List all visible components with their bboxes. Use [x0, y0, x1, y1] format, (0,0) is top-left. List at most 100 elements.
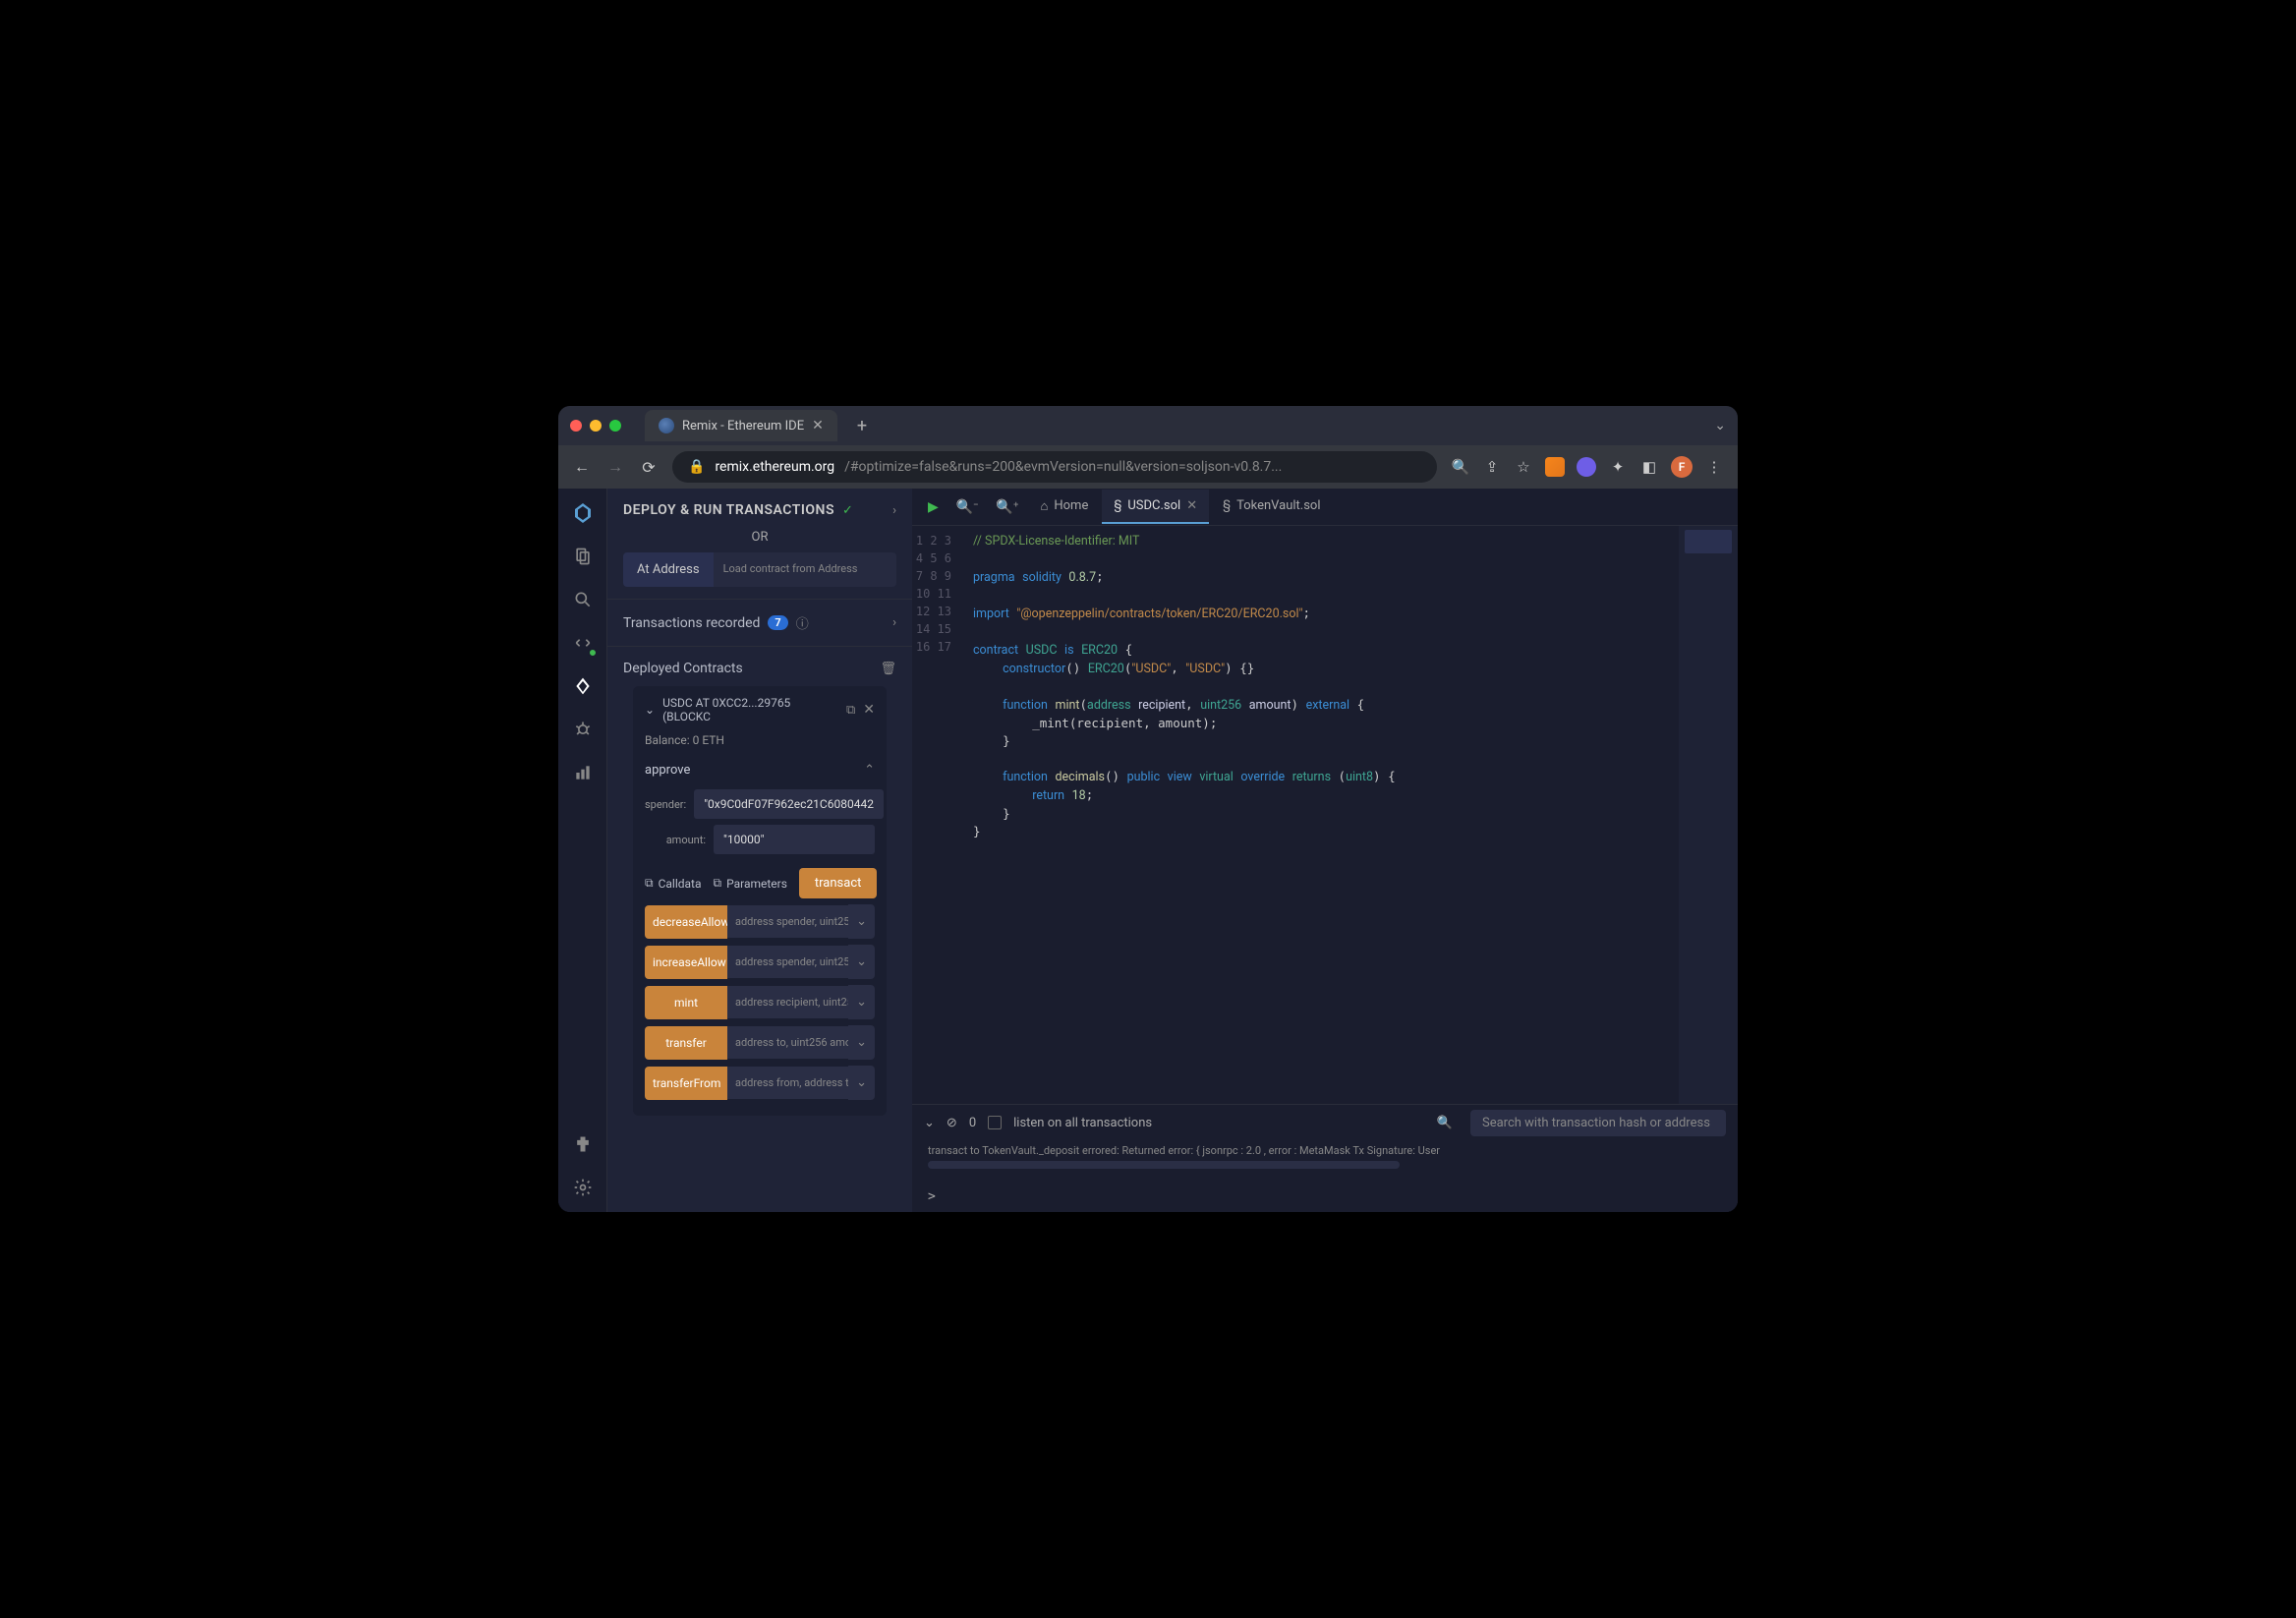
transact-button[interactable]: transact [799, 868, 878, 898]
close-icon[interactable]: ✕ [1186, 498, 1197, 513]
fn-row: decreaseAllowaddress spender, uint256 su… [645, 904, 875, 939]
amount-input[interactable]: "10000" [714, 825, 875, 854]
panel-icon[interactable]: ◧ [1639, 457, 1659, 477]
terminal-scrollbar[interactable] [928, 1161, 1400, 1169]
listen-label: listen on all transactions [1013, 1116, 1152, 1130]
calldata-button[interactable]: ⧉Calldata [645, 876, 702, 891]
analytics-icon[interactable] [570, 760, 596, 785]
fn-args-input[interactable]: address to, uint256 amount [727, 1026, 848, 1059]
spender-input[interactable]: "0x9C0dF07F962ec21C6080442 [694, 789, 884, 819]
extensions-puzzle-icon[interactable]: ✦ [1608, 457, 1628, 477]
search-icon[interactable]: 🔍 [1437, 1116, 1453, 1130]
share-icon[interactable]: ⇪ [1482, 457, 1502, 477]
fn-row: mintaddress recipient, uint256 amou⌄ [645, 985, 875, 1019]
zoom-search-icon[interactable]: 🔍 [1451, 457, 1470, 477]
contract-header: ⌄ USDC AT 0XCC2...29765 (BLOCKC ⧉ ✕ [645, 696, 875, 723]
editor[interactable]: 1 2 3 4 5 6 7 8 9 10 11 12 13 14 15 16 1… [912, 526, 1738, 1104]
tab-home[interactable]: ⌂Home [1029, 490, 1101, 525]
forward-icon[interactable]: → [605, 457, 625, 477]
extension-icon[interactable] [1577, 457, 1596, 477]
listen-checkbox[interactable] [988, 1116, 1002, 1129]
browser-window: Remix - Ethereum IDE ✕ + ⌄ ← → ⟳ 🔒 remix… [558, 406, 1738, 1212]
lock-icon: 🔒 [688, 459, 705, 475]
fn-args-input[interactable]: address spender, uint256 subtra [727, 905, 848, 938]
url-input[interactable]: 🔒 remix.ethereum.org/#optimize=false&run… [672, 451, 1437, 483]
clear-icon[interactable]: ⊘ [947, 1116, 957, 1130]
zoom-out-icon[interactable]: 🔍⁻ [948, 493, 987, 521]
line-gutter: 1 2 3 4 5 6 7 8 9 10 11 12 13 14 15 16 1… [912, 526, 961, 1104]
remix-logo-icon[interactable] [570, 500, 596, 526]
fn-button[interactable]: mint [645, 986, 727, 1019]
tab-usdc[interactable]: §USDC.sol✕ [1102, 490, 1209, 524]
chevron-down-icon[interactable]: ⌄ [848, 985, 875, 1019]
zoom-in-icon[interactable]: 🔍⁺ [988, 493, 1026, 521]
reload-icon[interactable]: ⟳ [639, 458, 659, 477]
file-explorer-icon[interactable] [570, 544, 596, 569]
panel-header: DEPLOY & RUN TRANSACTIONS ✓ › [607, 489, 912, 526]
terminal-toolbar: ⌄ ⊘ 0 listen on all transactions 🔍 Searc… [912, 1105, 1738, 1140]
at-address-input[interactable]: Load contract from Address [714, 552, 896, 587]
chevron-down-icon[interactable]: ⌄ [848, 1025, 875, 1060]
chevron-down-icon[interactable]: ⌄ [645, 703, 655, 717]
fn-button[interactable]: increaseAllow [645, 946, 727, 979]
chevron-down-icon[interactable]: ⌄ [848, 904, 875, 939]
metamask-icon[interactable] [1545, 457, 1565, 477]
compiler-icon[interactable] [570, 630, 596, 656]
parameters-button[interactable]: ⧉Parameters [714, 876, 787, 891]
back-icon[interactable]: ← [572, 457, 592, 477]
close-icon[interactable]: ✕ [863, 702, 875, 718]
fn-button[interactable]: transferFrom [645, 1067, 727, 1100]
terminal-search-input[interactable]: Search with transaction hash or address [1470, 1110, 1726, 1136]
chevron-right-icon[interactable]: › [892, 503, 896, 518]
trash-icon[interactable]: 🗑 [880, 662, 896, 676]
icon-sidebar [558, 489, 607, 1212]
kebab-menu-icon[interactable]: ⋮ [1704, 457, 1724, 477]
remix-favicon-icon [659, 418, 674, 433]
amount-label: amount: [645, 834, 706, 846]
home-icon: ⌂ [1041, 498, 1049, 514]
code-area[interactable]: // SPDX-License-Identifier: MIT pragma s… [961, 526, 1679, 1104]
fn-args-input[interactable]: address recipient, uint256 amou [727, 986, 848, 1018]
minimize-window-icon[interactable] [590, 420, 602, 432]
tabs-dropdown-icon[interactable]: ⌄ [1714, 418, 1726, 433]
fn-button[interactable]: transfer [645, 1026, 727, 1060]
fn-row: transferaddress to, uint256 amount⌄ [645, 1025, 875, 1060]
at-address-button[interactable]: At Address [623, 552, 714, 587]
debugger-icon[interactable] [570, 717, 596, 742]
or-label: OR [607, 526, 912, 549]
close-window-icon[interactable] [570, 420, 582, 432]
settings-icon[interactable] [570, 1175, 596, 1200]
browser-tab[interactable]: Remix - Ethereum IDE ✕ [645, 410, 837, 441]
tab-tokenvault[interactable]: §TokenVault.sol [1211, 490, 1332, 524]
fn-button[interactable]: decreaseAllow [645, 905, 727, 939]
plugin-icon[interactable] [570, 1131, 596, 1157]
chevron-down-icon[interactable]: ⌄ [848, 945, 875, 979]
chevron-down-icon[interactable]: ⌄ [924, 1116, 935, 1130]
play-icon[interactable]: ▶ [920, 493, 947, 521]
tab-close-icon[interactable]: ✕ [812, 418, 824, 433]
solidity-icon: § [1114, 498, 1121, 513]
minimap[interactable] [1679, 526, 1738, 1104]
search-icon[interactable] [570, 587, 596, 612]
maximize-window-icon[interactable] [609, 420, 621, 432]
copy-icon: ⧉ [714, 876, 722, 891]
chevron-right-icon[interactable]: › [892, 615, 896, 630]
bookmark-icon[interactable]: ☆ [1514, 457, 1533, 477]
terminal-log-line: transact to TokenVault._deposit errored:… [928, 1144, 1722, 1157]
terminal-prompt[interactable]: > [912, 1182, 1738, 1212]
new-tab-button[interactable]: + [857, 416, 867, 436]
chevron-up-icon[interactable]: ⌃ [864, 763, 875, 778]
traffic-lights [570, 420, 621, 432]
fn-row: increaseAllowaddress spender, uint256 ad… [645, 945, 875, 979]
deploy-icon[interactable] [570, 673, 596, 699]
check-icon: ✓ [842, 503, 853, 518]
terminal-body[interactable]: transact to TokenVault._deposit errored:… [912, 1140, 1738, 1182]
copy-icon[interactable]: ⧉ [846, 703, 855, 718]
info-icon[interactable]: ⓘ [796, 613, 809, 632]
deployed-label: Deployed Contracts [623, 661, 743, 676]
url-domain: remix.ethereum.org [715, 459, 834, 475]
fn-args-input[interactable]: address from, address to, uint25 [727, 1067, 848, 1099]
fn-args-input[interactable]: address spender, uint256 adde [727, 946, 848, 978]
chevron-down-icon[interactable]: ⌄ [848, 1066, 875, 1100]
profile-avatar[interactable]: F [1671, 456, 1693, 478]
